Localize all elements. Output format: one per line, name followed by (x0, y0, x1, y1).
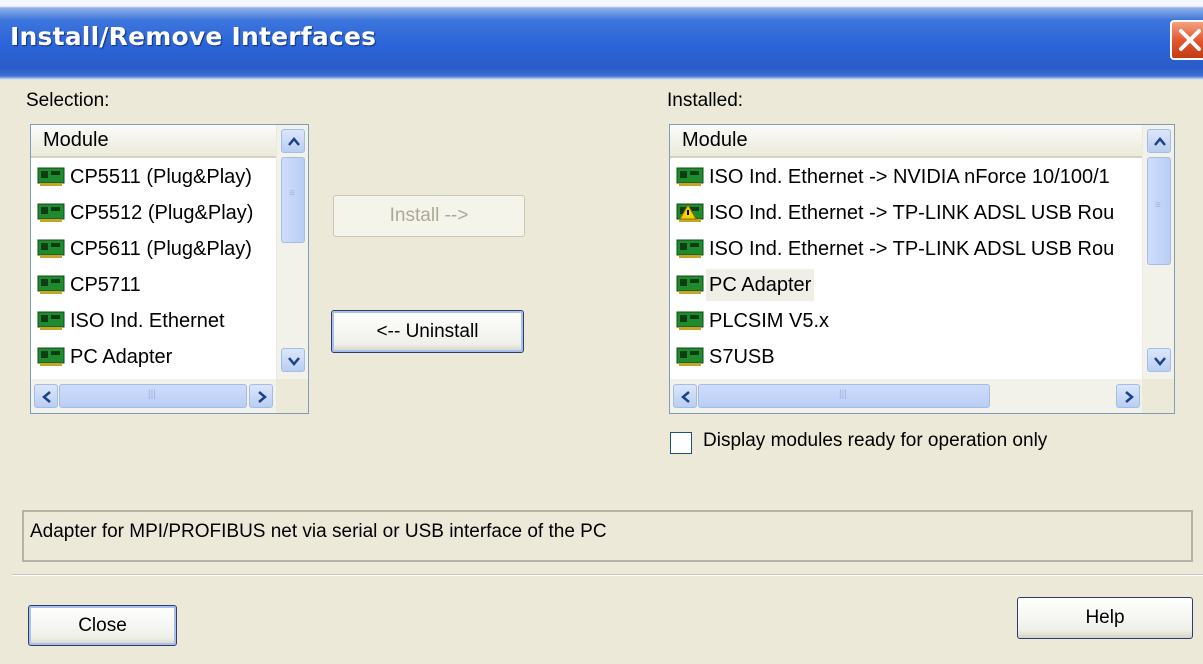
network-card-icon (676, 347, 704, 366)
grip-icon: ||| (839, 389, 847, 400)
ready-modules-checkbox[interactable] (670, 432, 692, 454)
installed-vertical-scrollbar[interactable]: ≡ (1142, 125, 1174, 379)
chevron-down-icon (1154, 357, 1166, 366)
selection-vertical-scrollbar[interactable]: ≡ (276, 125, 308, 379)
scroll-thumb[interactable]: ≡ (281, 157, 305, 243)
selection-horizontal-scrollbar[interactable]: ||| (31, 379, 276, 413)
installed-list-item[interactable]: ISO Ind. Ethernet -> TP-LINK ADSL USB Ro… (670, 233, 1117, 265)
scroll-thumb[interactable]: ≡ (1147, 157, 1171, 265)
scroll-left-button[interactable] (34, 384, 58, 408)
installed-list-item[interactable]: ISO Ind. Ethernet -> NVIDIA nForce 10/10… (670, 161, 1113, 193)
chevron-down-icon (288, 357, 300, 366)
selection-list-item[interactable]: ISO Ind. Ethernet (31, 305, 228, 337)
selection-label: Selection: (26, 90, 110, 111)
network-card-icon (37, 311, 65, 330)
selection-list-item[interactable]: CP5711 (31, 269, 144, 301)
network-card-icon (37, 275, 65, 294)
help-button[interactable]: Help (1017, 597, 1193, 639)
chevron-left-icon (42, 391, 51, 403)
window-title: Install/Remove Interfaces (10, 22, 377, 51)
selection-list-item[interactable]: CP5512 (Plug&Play) (31, 197, 256, 229)
network-card-icon (676, 167, 704, 186)
network-card-icon (676, 239, 704, 258)
selection-list-item-label: CP5711 (70, 274, 141, 296)
grip-icon: ||| (148, 389, 156, 400)
selection-column-header[interactable]: Module (31, 125, 276, 158)
scroll-right-button[interactable] (249, 384, 273, 408)
network-card-icon (37, 167, 65, 186)
chevron-right-icon (1125, 391, 1134, 403)
installed-list-item[interactable]: S7USB (670, 341, 778, 373)
grip-icon: ≡ (1155, 200, 1161, 211)
module-description: Adapter for MPI/PROFIBUS net via serial … (22, 510, 1193, 562)
network-card-icon (37, 347, 65, 366)
scroll-corner (276, 379, 308, 413)
installed-label: Installed: (667, 90, 744, 111)
scroll-down-button[interactable] (1147, 348, 1171, 372)
selection-list-item[interactable]: CP5611 (Plug&Play) (31, 233, 255, 265)
installed-horizontal-scrollbar[interactable]: ||| (670, 379, 1142, 413)
selection-list-item-label: ISO Ind. Ethernet (70, 310, 225, 332)
installed-list-item-label: PLCSIM V5.x (709, 310, 830, 332)
selection-list-item-label: CP5611 (Plug&Play) (70, 238, 252, 260)
uninstall-button[interactable]: <-- Uninstall (331, 310, 524, 353)
installed-list-item[interactable]: PLCSIM V5.x (670, 305, 832, 337)
selection-list-item-label: CP5512 (Plug&Play) (70, 202, 254, 224)
footer-divider (12, 574, 1203, 576)
installed-list-item-label: S7USB (709, 346, 775, 368)
scroll-up-button[interactable] (1147, 129, 1171, 153)
installed-list-item-label: ISO Ind. Ethernet -> TP-LINK ADSL USB Ro… (709, 238, 1115, 260)
installed-list-item-label: ISO Ind. Ethernet -> NVIDIA nForce 10/10… (709, 166, 1110, 188)
scroll-thumb[interactable]: ||| (59, 384, 247, 408)
install-button[interactable]: Install --> (333, 195, 525, 237)
selection-list[interactable]: Module CP5511 (Plug&Play) CP5512 (Plug&Pl… (30, 124, 309, 414)
close-icon (1179, 29, 1201, 51)
installed-list-item-label: PC Adapter (706, 269, 815, 301)
installed-list-item[interactable]: PC Adapter (670, 269, 815, 301)
window-close-button[interactable] (1170, 20, 1203, 60)
network-card-warning-icon (676, 203, 704, 222)
scroll-corner (1142, 379, 1174, 413)
installed-list-item-label: ISO Ind. Ethernet -> TP-LINK ADSL USB Ro… (709, 202, 1115, 224)
ready-modules-checkbox-label[interactable]: Display modules ready for operation only (703, 430, 1047, 452)
chevron-up-icon (1154, 137, 1166, 146)
installed-list[interactable]: Module ISO Ind. Ethernet -> NVIDIA nForc… (669, 124, 1175, 414)
scroll-left-button[interactable] (673, 384, 697, 408)
close-button[interactable]: Close (28, 605, 177, 646)
chevron-up-icon (288, 137, 300, 146)
scroll-thumb[interactable]: ||| (698, 384, 990, 408)
scroll-down-button[interactable] (281, 348, 305, 372)
network-card-icon (676, 275, 704, 294)
installed-column-header[interactable]: Module (670, 125, 1142, 158)
selection-list-item-label: PC Adapter (70, 346, 173, 368)
grip-icon: ≡ (289, 188, 295, 199)
network-card-icon (37, 239, 65, 258)
scroll-right-button[interactable] (1116, 384, 1140, 408)
chevron-right-icon (258, 391, 267, 403)
scroll-up-button[interactable] (281, 129, 305, 153)
chevron-left-icon (681, 391, 690, 403)
selection-list-item-label: CP5511 (Plug&Play) (70, 166, 252, 188)
selection-list-item[interactable]: CP5511 (Plug&Play) (31, 161, 255, 193)
installed-list-item[interactable]: ISO Ind. Ethernet -> TP-LINK ADSL USB Ro… (670, 197, 1117, 229)
title-bar: Install/Remove Interfaces (0, 0, 1203, 80)
network-card-icon (37, 203, 65, 222)
network-card-icon (676, 311, 704, 330)
selection-list-item[interactable]: PC Adapter (31, 341, 175, 373)
